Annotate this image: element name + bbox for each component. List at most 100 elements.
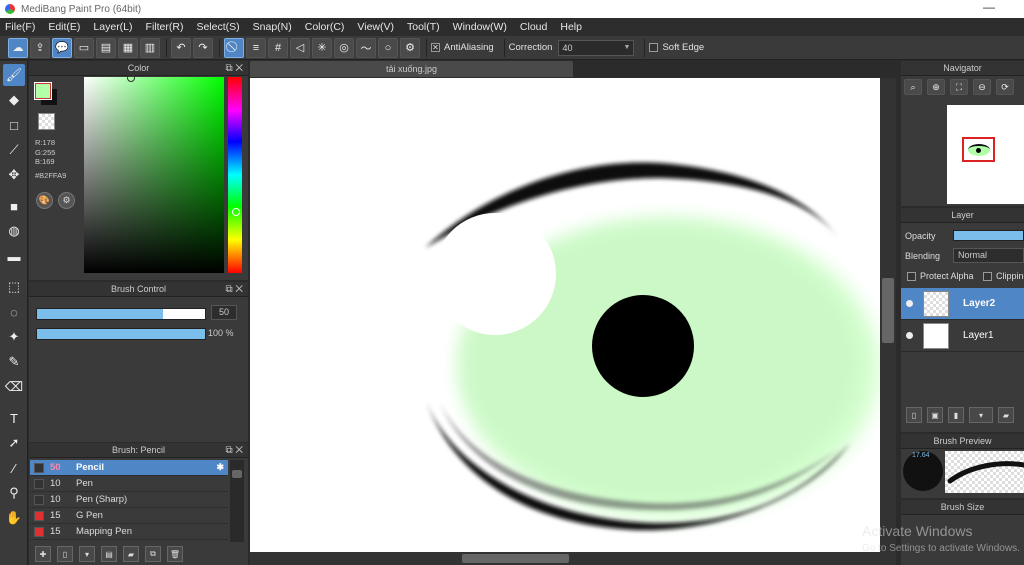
antialiasing-checkbox[interactable]: ✕ — [431, 43, 440, 52]
curve-snap-icon[interactable]: 〜 — [356, 37, 376, 58]
undo-icon[interactable]: ↶ — [171, 37, 191, 58]
document-icon[interactable]: ▤ — [96, 37, 116, 58]
grid-snap-icon[interactable]: # — [268, 37, 288, 58]
hue-slider[interactable] — [228, 77, 242, 273]
lasso-tool-icon[interactable]: ◌ — [3, 301, 25, 323]
protect-alpha-checkbox[interactable] — [907, 271, 916, 281]
layer-folder-icon[interactable]: ▰ — [998, 407, 1014, 423]
menu-color[interactable]: Color(C) — [305, 21, 345, 33]
duplicate-brush-icon[interactable]: ⧉ — [145, 546, 161, 562]
menu-help[interactable]: Help — [560, 21, 582, 33]
menu-edit[interactable]: Edit(E) — [48, 21, 80, 33]
new-brush-icon[interactable]: ▯ — [57, 546, 73, 562]
clipping-checkbox[interactable] — [983, 271, 992, 281]
brush-size-slider[interactable] — [36, 308, 206, 320]
layer-row[interactable]: Layer2 — [901, 288, 1024, 320]
zoom-in-icon[interactable]: ⊕ — [927, 79, 945, 95]
eraser-tool-icon[interactable]: ◆ — [3, 89, 25, 111]
snap-off-icon[interactable]: ⃠ — [224, 37, 244, 58]
zoom-fit-icon[interactable]: ⌕ — [904, 79, 922, 95]
share-icon[interactable]: ⇪ — [30, 37, 50, 58]
brush-item[interactable]: 10 Pen — [30, 476, 228, 492]
layer-visibility-icon[interactable] — [906, 300, 913, 307]
snap-settings-icon[interactable]: ⚙ — [400, 37, 420, 58]
brush-opacity-slider[interactable] — [36, 328, 206, 340]
layer-visibility-icon[interactable] — [906, 332, 913, 339]
fill-rectangle-tool-icon[interactable]: ■ — [3, 195, 25, 217]
fit-window-icon[interactable]: ⛶ — [950, 79, 968, 95]
clipping-option[interactable]: Clipping — [983, 271, 1024, 281]
layer-opacity-slider[interactable] — [953, 230, 1024, 241]
select-pen-tool-icon[interactable]: ✎ — [3, 351, 25, 373]
brush-settings-icon[interactable]: ✱ — [216, 462, 224, 473]
navigator-viewport-frame[interactable] — [962, 137, 995, 162]
brush-size-value[interactable]: 50 — [211, 305, 237, 320]
navigator-preview[interactable] — [947, 105, 1024, 204]
color-picker-cursor[interactable] — [127, 74, 135, 82]
panel-controls-icon[interactable]: ⧉ ✕ — [225, 61, 243, 76]
delete-brush-icon[interactable]: 🗑 — [167, 546, 183, 562]
blending-select[interactable]: Normal — [953, 248, 1024, 263]
new-1bit-layer-icon[interactable]: ▮ — [948, 407, 964, 423]
concentric-snap-icon[interactable]: ◎ — [334, 37, 354, 58]
rotate-icon[interactable]: ⟳ — [996, 79, 1014, 95]
select-rectangle-tool-icon[interactable]: ⬚ — [3, 276, 25, 298]
hue-slider-handle[interactable] — [232, 208, 240, 216]
circle-snap-icon[interactable]: ○ — [378, 37, 398, 58]
perspective-snap-icon[interactable]: ◁ — [290, 37, 310, 58]
layer-menu-icon[interactable]: ▾ — [969, 407, 993, 423]
drawing-canvas[interactable] — [250, 78, 880, 552]
radial-snap-icon[interactable]: ✳ — [312, 37, 332, 58]
move-tool-icon[interactable]: ✥ — [3, 164, 25, 186]
page-manager-icon[interactable]: ▦ — [118, 37, 138, 58]
divide-tool-icon[interactable]: ⁄ — [3, 457, 25, 479]
text-tool-icon[interactable]: T — [3, 407, 25, 429]
comment-icon[interactable]: 💬 — [52, 37, 72, 58]
brush-item[interactable]: 10 Pen (Sharp) — [30, 492, 228, 508]
canvas-vertical-scrollbar[interactable] — [880, 78, 896, 552]
shape-tool-icon[interactable]: □ — [3, 114, 25, 136]
menu-filter[interactable]: Filter(R) — [146, 21, 184, 33]
layer-row[interactable]: Layer1 — [901, 320, 1024, 352]
document-tab[interactable]: tải xuống.jpg — [250, 61, 573, 77]
redo-icon[interactable]: ↷ — [193, 37, 213, 58]
select-eraser-tool-icon[interactable]: ⌫ — [3, 376, 25, 398]
menu-file[interactable]: File(F) — [5, 21, 35, 33]
canvas-horizontal-scrollbar[interactable] — [250, 552, 896, 565]
palette-icon[interactable]: 🎨 — [36, 192, 53, 209]
menu-layer[interactable]: Layer(L) — [93, 21, 132, 33]
brush-list-scroll-thumb[interactable] — [232, 470, 242, 478]
protect-alpha-option[interactable]: Protect Alpha — [907, 271, 974, 281]
menu-window[interactable]: Window(W) — [453, 21, 507, 33]
saturation-value-picker[interactable] — [84, 77, 224, 273]
cloud-icon[interactable]: ☁ — [8, 37, 28, 58]
brush-menu-icon[interactable]: ▾ — [79, 546, 95, 562]
transparent-color-swatch[interactable] — [38, 113, 55, 130]
dot-tool-icon[interactable]: ⟋ — [3, 139, 25, 161]
menu-tool[interactable]: Tool(T) — [407, 21, 440, 33]
menu-select[interactable]: Select(S) — [196, 21, 239, 33]
menu-cloud[interactable]: Cloud — [520, 21, 547, 33]
eyedropper-tool-icon[interactable]: ⚲ — [3, 482, 25, 504]
brush-tool-icon[interactable]: 🖌 — [3, 64, 25, 86]
minimize-button[interactable]: — — [982, 1, 996, 16]
foreground-color-swatch[interactable] — [35, 83, 51, 99]
speech-bubble-icon[interactable]: ▭ — [74, 37, 94, 58]
bucket-tool-icon[interactable]: ◍ — [3, 220, 25, 242]
add-brush-icon[interactable]: ✚ — [35, 546, 51, 562]
hand-tool-icon[interactable]: ✋ — [3, 507, 25, 529]
palette-settings-icon[interactable]: ⚙ — [58, 192, 75, 209]
grid-layout-icon[interactable]: ▥ — [140, 37, 160, 58]
brush-properties-icon[interactable]: ▤ — [101, 546, 117, 562]
brush-item[interactable]: 15 G Pen — [30, 508, 228, 524]
new-layer-icon[interactable]: ▯ — [906, 407, 922, 423]
soft-edge-checkbox[interactable] — [649, 43, 659, 52]
brush-list-scrollbar[interactable] — [230, 460, 244, 542]
canvas-vertical-scroll-thumb[interactable] — [882, 278, 894, 343]
gradient-tool-icon[interactable]: ▬ — [3, 245, 25, 267]
brush-folder-icon[interactable]: ▰ — [123, 546, 139, 562]
parallel-snap-icon[interactable]: ≡ — [246, 37, 266, 58]
operation-tool-icon[interactable]: ➚ — [3, 432, 25, 454]
magic-wand-tool-icon[interactable]: ✦ — [3, 326, 25, 348]
menu-view[interactable]: View(V) — [357, 21, 394, 33]
